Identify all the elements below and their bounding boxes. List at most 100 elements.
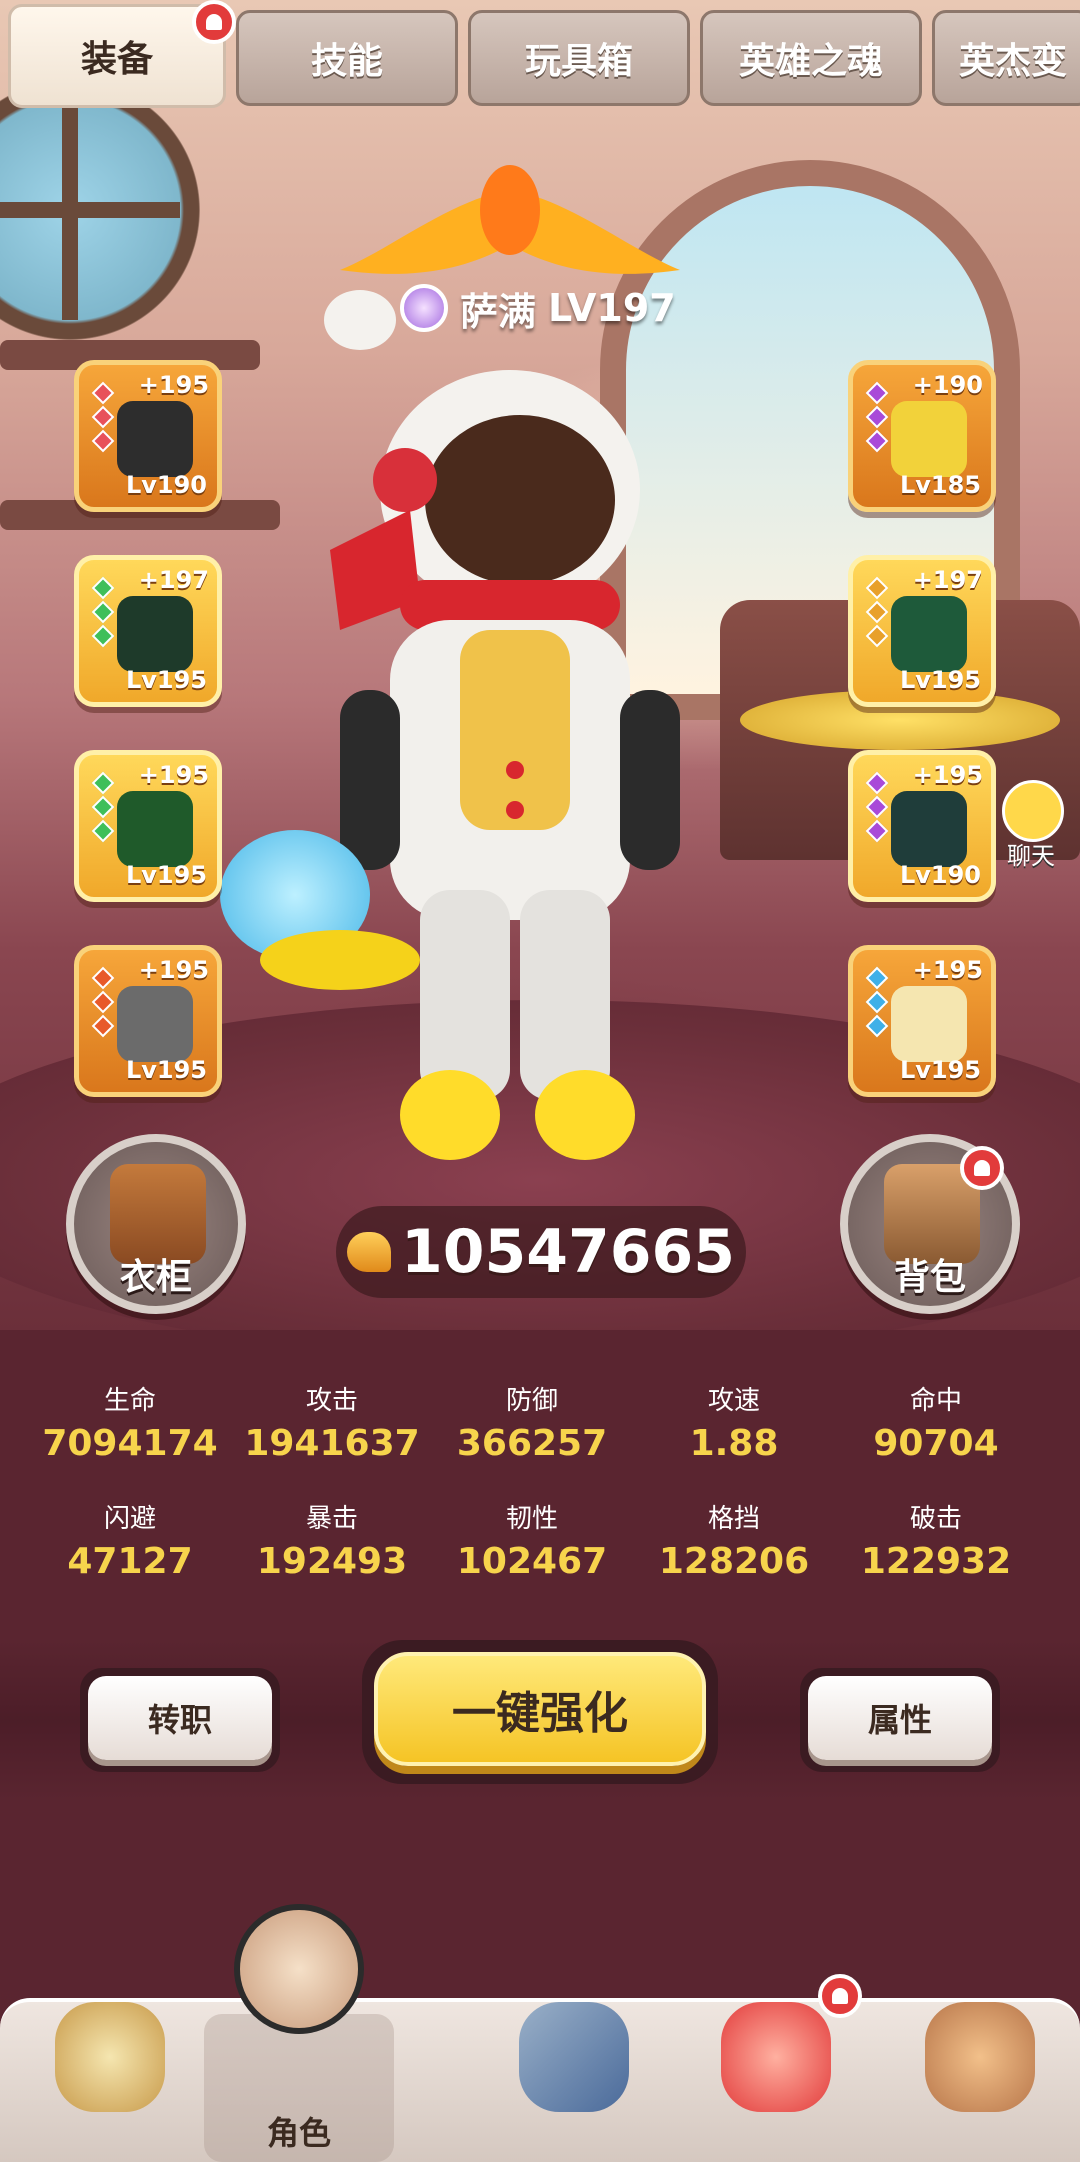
equipment-slot[interactable]: +195 Lv195 xyxy=(848,945,996,1097)
tab-skills[interactable]: 技能 xyxy=(236,10,458,106)
weapons-icon xyxy=(519,2002,629,2112)
gem-icon xyxy=(91,600,115,624)
gem-icon xyxy=(91,795,115,819)
stat-value: 192493 xyxy=(256,1541,408,1582)
gem-icon xyxy=(91,381,115,405)
attributes-frame: 属性 xyxy=(800,1668,1000,1772)
item-level: Lv195 xyxy=(125,1056,207,1084)
notification-bell-icon xyxy=(960,1146,1004,1190)
stat-label: 暴击 xyxy=(305,1504,358,1534)
gem-icon xyxy=(865,990,889,1014)
gem-icon xyxy=(865,795,889,819)
stat-value: 7094174 xyxy=(42,1423,218,1464)
stat-item: 攻速 1.88 xyxy=(634,1380,834,1464)
stat-value: 1941637 xyxy=(244,1423,420,1464)
gem-icon xyxy=(91,819,115,843)
stat-value: 366257 xyxy=(456,1423,608,1464)
tab-label: 技能 xyxy=(310,41,383,82)
tab-toybox[interactable]: 玩具箱 xyxy=(468,10,690,106)
one-click-enhance-button[interactable]: 一键强化 xyxy=(374,1652,706,1766)
enhance-level: +195 xyxy=(912,956,983,984)
gem-icon xyxy=(865,1014,889,1038)
hero-level: LV197 xyxy=(548,286,676,330)
enhance-label: 一键强化 xyxy=(452,1688,628,1739)
nav-character[interactable]: 角色 xyxy=(204,1904,394,2162)
shaman-avatar-icon xyxy=(234,1904,364,2034)
hero-name: 萨满 xyxy=(460,289,537,334)
enhance-frame: 一键强化 xyxy=(362,1640,718,1784)
equipment-slot[interactable]: +195 Lv195 xyxy=(74,750,222,902)
gem-icon xyxy=(91,405,115,429)
stat-item: 命中 90704 xyxy=(836,1380,1036,1464)
item-level: Lv195 xyxy=(899,1056,981,1084)
equipment-slot[interactable]: +195 Lv190 xyxy=(848,750,996,902)
hero-name-tag: 萨满 LV197 xyxy=(400,280,676,336)
stat-item: 暴击 192493 xyxy=(232,1498,432,1582)
stat-value: 47127 xyxy=(67,1541,193,1582)
equipment-slot[interactable]: +195 Lv190 xyxy=(74,360,222,512)
nav-totem[interactable] xyxy=(880,1962,1070,2158)
gem-icon xyxy=(91,966,115,990)
nav-yeti[interactable] xyxy=(10,1962,200,2158)
equipment-item-icon xyxy=(117,401,193,477)
item-level: Lv190 xyxy=(899,861,981,889)
wardrobe-label: 衣柜 xyxy=(119,1257,192,1298)
tab-label: 玩具箱 xyxy=(524,41,633,82)
equipment-slot[interactable]: +197 Lv195 xyxy=(848,555,996,707)
bottom-navigation: 角色 xyxy=(0,1904,1080,2162)
backpack-label: 背包 xyxy=(893,1257,966,1298)
stat-value: 1.88 xyxy=(689,1423,779,1464)
round-window xyxy=(0,80,200,340)
equipment-item-icon xyxy=(891,596,967,672)
stat-label: 生命 xyxy=(103,1386,156,1416)
enhance-level: +195 xyxy=(138,761,209,789)
stat-value: 90704 xyxy=(873,1423,999,1464)
gem-icon xyxy=(865,405,889,429)
gem-icon xyxy=(865,624,889,648)
gem-sockets xyxy=(91,576,115,652)
gem-icon xyxy=(91,990,115,1014)
nav-weapons[interactable] xyxy=(474,1962,664,2158)
job-change-button[interactable]: 转职 xyxy=(88,1676,272,1760)
tab-label: 英杰变 xyxy=(959,41,1068,82)
equipment-item-icon xyxy=(891,791,967,867)
stat-label: 攻击 xyxy=(305,1386,358,1416)
stat-item: 生命 7094174 xyxy=(30,1380,230,1464)
stat-label: 攻速 xyxy=(707,1386,760,1416)
gem-sockets xyxy=(91,381,115,457)
gem-sockets xyxy=(91,966,115,1042)
chat-label: 聊天 xyxy=(1007,842,1055,870)
chat-face-icon xyxy=(1002,780,1064,842)
enhance-level: +190 xyxy=(912,371,983,399)
golden-ring-toy xyxy=(260,930,420,990)
gem-icon xyxy=(865,381,889,405)
gem-icon xyxy=(91,771,115,795)
gem-icon xyxy=(865,429,889,453)
attributes-button[interactable]: 属性 xyxy=(808,1676,992,1760)
stat-value: 128206 xyxy=(658,1541,810,1582)
totem-icon xyxy=(925,2002,1035,2112)
equipment-slot[interactable]: +190 Lv185 xyxy=(848,360,996,512)
tab-hero-transform[interactable]: 英杰变 xyxy=(932,10,1080,106)
enhance-level: +195 xyxy=(138,956,209,984)
item-level: Lv195 xyxy=(125,861,207,889)
wardrobe-button[interactable]: 衣柜 xyxy=(66,1134,246,1314)
job-change-frame: 转职 xyxy=(80,1668,280,1772)
combat-power-value: 10547665 xyxy=(401,1217,735,1287)
yeti-icon xyxy=(55,2002,165,2112)
equipment-item-icon xyxy=(117,791,193,867)
gem-icon xyxy=(91,576,115,600)
equipment-slot[interactable]: +195 Lv195 xyxy=(74,945,222,1097)
gem-icon xyxy=(91,624,115,648)
equipment-slot[interactable]: +197 Lv195 xyxy=(74,555,222,707)
stat-item: 闪避 47127 xyxy=(30,1498,230,1582)
gem-sockets xyxy=(865,381,889,457)
gem-sockets xyxy=(865,771,889,847)
gem-icon xyxy=(865,966,889,990)
chat-button[interactable]: 聊天 xyxy=(988,780,1074,870)
equipment-item-icon xyxy=(117,986,193,1062)
tab-hero-soul[interactable]: 英雄之魂 xyxy=(700,10,922,106)
item-level: Lv185 xyxy=(899,471,981,499)
gem-sockets xyxy=(865,966,889,1042)
item-level: Lv195 xyxy=(899,666,981,694)
